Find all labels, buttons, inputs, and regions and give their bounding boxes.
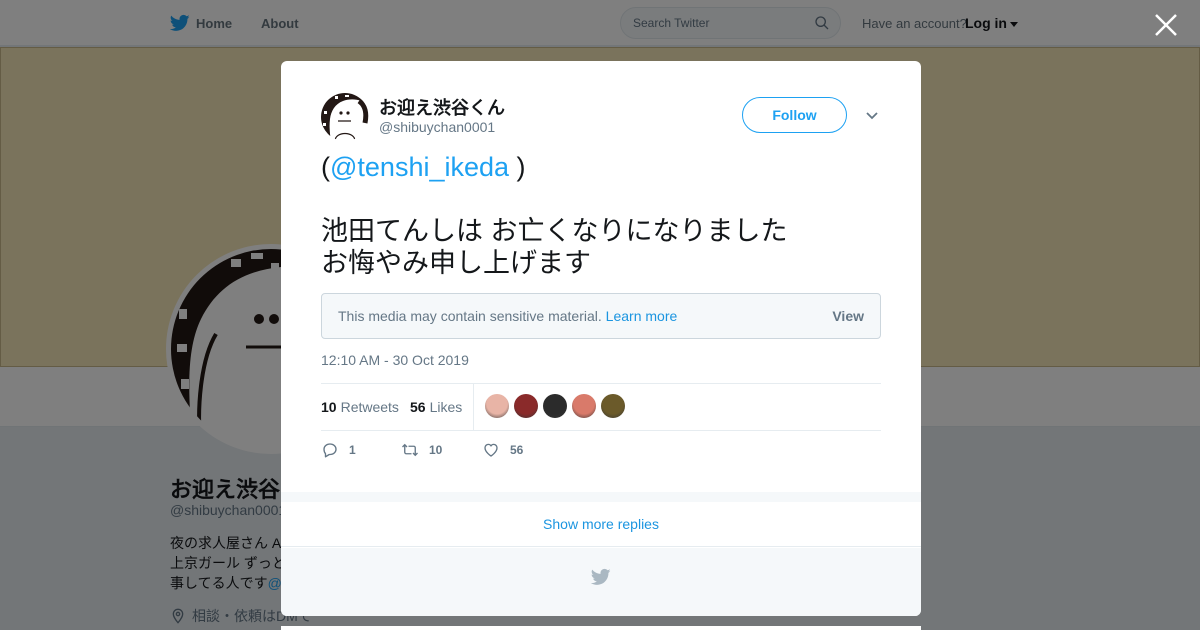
- liker-avatar[interactable]: [572, 394, 596, 418]
- tweet-text-line: お悔やみ申し上げます: [321, 248, 591, 278]
- liker-avatar[interactable]: [514, 394, 538, 418]
- likes-stat[interactable]: 56 Likes: [410, 399, 462, 415]
- tweet-text-paren-open: (: [321, 152, 330, 182]
- show-more-replies-link[interactable]: Show more replies: [281, 502, 921, 547]
- reply-icon: [323, 443, 337, 458]
- sensitive-notice-text: This media may contain sensitive materia…: [338, 308, 677, 324]
- retweets-stat[interactable]: 10 Retweets: [321, 399, 399, 415]
- tweet-mention-link[interactable]: @tenshi_ikeda: [330, 152, 509, 182]
- retweet-icon: [402, 443, 418, 457]
- reply-action[interactable]: 1: [321, 441, 356, 459]
- tweet-text: (@tenshi_ikeda ) 池田てんしは お亡くなりになりました お悔やみ…: [321, 151, 881, 279]
- modal-footer: [281, 548, 921, 616]
- likers-facepile: [485, 394, 625, 418]
- retweets-count: 10: [321, 399, 337, 415]
- tweet-text-line: (@tenshi_ikeda ): [321, 151, 881, 183]
- liker-avatar[interactable]: [543, 394, 567, 418]
- tweet-actions: 1 10 56: [321, 441, 881, 465]
- section-separator: [281, 492, 921, 502]
- tweet-text-paren-close: ): [509, 152, 526, 182]
- author-avatar-illustration: [321, 93, 369, 141]
- tweet-timestamp[interactable]: 12:10 AM - 30 Oct 2019: [321, 352, 469, 368]
- retweets-label: Retweets: [340, 399, 399, 415]
- stats-divider: [473, 384, 474, 430]
- view-media-button[interactable]: View: [832, 308, 864, 324]
- learn-more-link[interactable]: Learn more: [606, 308, 678, 324]
- follow-button[interactable]: Follow: [742, 97, 847, 133]
- reply-count: 1: [349, 443, 356, 457]
- retweet-count: 10: [429, 443, 443, 457]
- tweet-author-name[interactable]: お迎え渋谷くん: [379, 94, 505, 120]
- close-icon[interactable]: [1153, 12, 1179, 38]
- sensitive-notice-message: This media may contain sensitive materia…: [338, 308, 602, 324]
- tweet-text-line: 池田てんしは お亡くなりになりました: [321, 216, 788, 246]
- like-icon: [484, 443, 498, 457]
- liker-avatar[interactable]: [601, 394, 625, 418]
- sensitive-media-notice: This media may contain sensitive materia…: [321, 293, 881, 339]
- likes-count: 56: [410, 399, 426, 415]
- twitter-bird-icon: [591, 568, 611, 585]
- likes-label: Likes: [429, 399, 463, 415]
- like-action[interactable]: 56: [482, 441, 523, 459]
- tweet-stats: 10 Retweets 56 Likes: [321, 383, 881, 431]
- tweet-author-handle[interactable]: @shibuychan0001: [379, 119, 495, 135]
- chevron-down-icon[interactable]: [865, 109, 879, 123]
- next-card-edge: [281, 626, 921, 630]
- liker-avatar[interactable]: [485, 394, 509, 418]
- tweet-author-avatar[interactable]: [321, 93, 369, 141]
- tweet-modal: お迎え渋谷くん @shibuychan0001 Follow (@tenshi_…: [281, 61, 921, 616]
- retweet-action[interactable]: 10: [401, 441, 442, 459]
- like-count: 56: [510, 443, 524, 457]
